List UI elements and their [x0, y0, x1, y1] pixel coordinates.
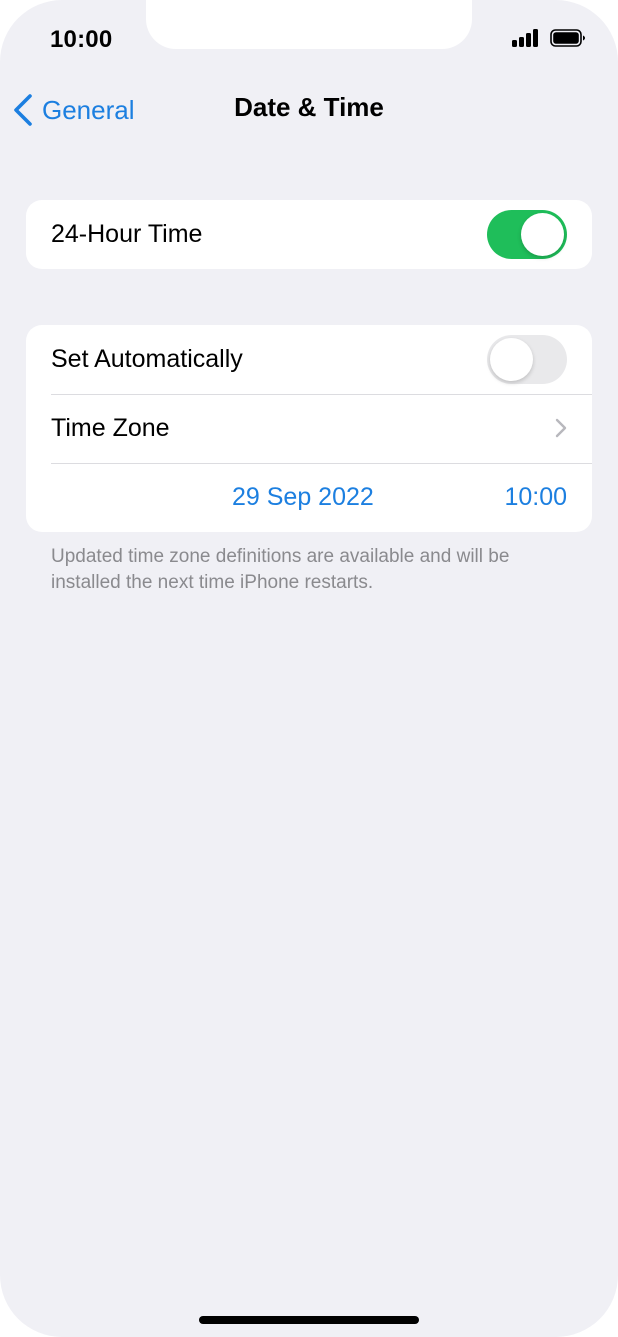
date-picker-button[interactable]: 29 Sep 2022	[232, 463, 374, 532]
chevron-right-icon	[555, 418, 567, 443]
phone-screen: 10:00 General Date & Time 24-Hour Time S…	[0, 0, 618, 1337]
hour24-row: 24-Hour Time	[26, 200, 592, 269]
date-time-row: 29 Sep 2022 10:00	[26, 463, 592, 532]
set-automatically-row: Set Automatically	[26, 325, 592, 394]
settings-group-clock: 24-Hour Time	[26, 200, 592, 269]
hour24-toggle[interactable]	[487, 210, 567, 259]
time-zone-label: Time Zone	[51, 414, 170, 442]
notch	[146, 0, 472, 49]
time-picker-button[interactable]: 10:00	[504, 463, 567, 532]
toggle-knob	[521, 213, 564, 256]
page-title: Date & Time	[234, 92, 384, 122]
battery-full-icon	[550, 29, 585, 47]
footnote-text: Updated time zone definitions are availa…	[51, 546, 510, 593]
time-zone-row[interactable]: Time Zone	[26, 394, 592, 463]
toggle-knob	[490, 338, 533, 381]
hour24-label: 24-Hour Time	[51, 220, 203, 248]
home-indicator[interactable]	[199, 1316, 419, 1324]
cellular-signal-icon	[512, 29, 540, 47]
settings-group-datetime: Set Automatically Time Zone 29 Sep 2022 …	[26, 325, 592, 532]
status-bar-time: 10:00	[50, 26, 113, 53]
set-automatically-label: Set Automatically	[51, 345, 243, 373]
set-automatically-toggle[interactable]	[487, 335, 567, 384]
